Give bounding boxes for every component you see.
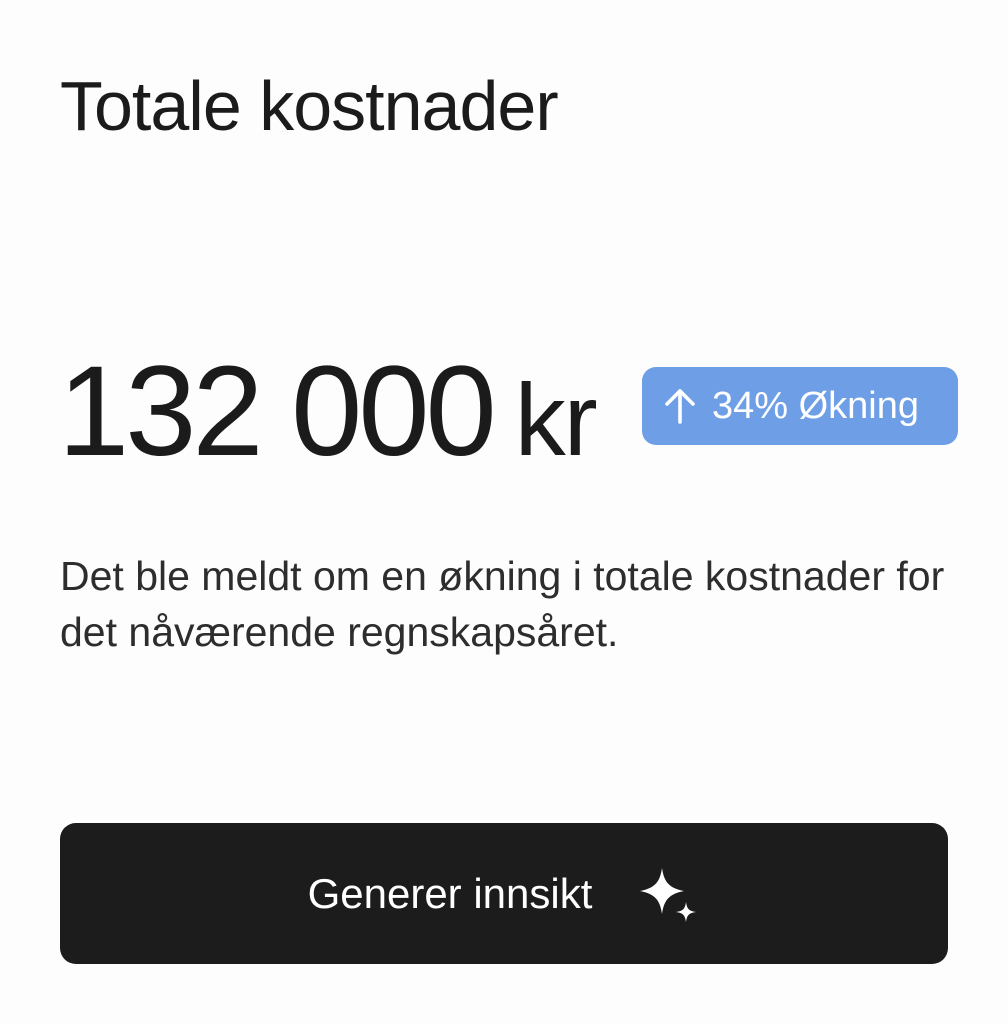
generate-insight-button[interactable]: Generer innsikt xyxy=(60,823,948,964)
badge-label: 34% Økning xyxy=(712,384,920,427)
generate-insight-label: Generer innsikt xyxy=(307,869,593,917)
description-text: Det ble meldt om en økning i totale kost… xyxy=(60,553,945,655)
amount-unit: kr xyxy=(514,363,598,477)
total-amount: 132 000 kr xyxy=(58,348,598,477)
card-title: Totale kostnader xyxy=(60,67,559,145)
arrow-up-icon xyxy=(665,389,695,424)
increase-badge: 34% Økning xyxy=(642,367,958,445)
cost-summary-card: Totale kostnader 132 000 kr 34% Økning De… xyxy=(0,0,1008,1024)
sparkle-icon xyxy=(640,867,697,922)
amount-row: 132 000 kr xyxy=(58,348,598,477)
amount-value: 132 000 xyxy=(58,340,497,483)
